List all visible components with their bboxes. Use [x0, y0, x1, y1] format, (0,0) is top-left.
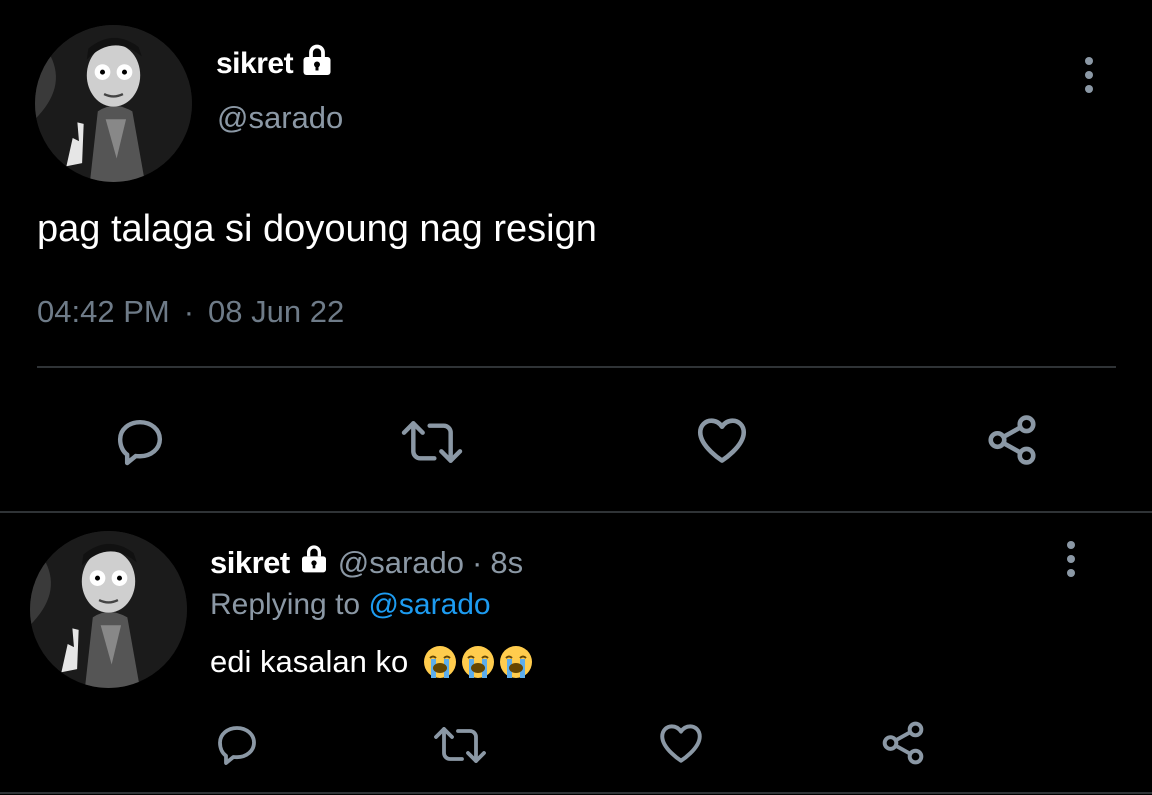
display-name-text: sikret [216, 47, 294, 80]
meta-separator: · [472, 545, 483, 580]
share-icon [988, 415, 1036, 465]
lock-icon [299, 42, 335, 86]
reply-header: sikret @sarado · 8s [210, 543, 523, 583]
retweet-icon [434, 727, 486, 763]
loudly-crying-face-icon [462, 646, 495, 678]
handle[interactable]: @sarado [217, 100, 343, 136]
tweet-timestamp: 04:42 PM · 08 Jun 22 [37, 294, 344, 330]
heart-icon [660, 724, 702, 763]
divider [37, 366, 1116, 368]
reply-button[interactable] [108, 410, 172, 474]
loudly-crying-face-icon [424, 646, 457, 678]
avatar[interactable] [35, 25, 192, 182]
heart-icon [697, 418, 747, 463]
like-button[interactable] [690, 408, 754, 472]
comment-icon [218, 726, 256, 765]
reply-text-content: edi kasalan ko [210, 644, 409, 679]
share-button[interactable] [980, 408, 1044, 472]
replying-to: Replying to @sarado [210, 588, 491, 622]
divider [0, 792, 1152, 794]
retweet-button[interactable] [397, 410, 467, 474]
handle[interactable]: @sarado [338, 545, 464, 581]
retweet-icon [401, 421, 463, 463]
reply-text: edi kasalan ko [210, 644, 534, 680]
lock-icon [298, 543, 330, 583]
display-name[interactable]: sikret [210, 545, 290, 581]
replying-mention-link[interactable]: @sarado [368, 588, 490, 621]
display-name[interactable]: sikret [216, 42, 335, 86]
comment-icon [117, 419, 163, 466]
meta-separator: · [183, 294, 195, 329]
tweet-text: pag talaga si doyoung nag resign [37, 208, 597, 250]
emoji-row [422, 644, 534, 680]
share-icon [882, 721, 924, 765]
like-button[interactable] [654, 716, 708, 770]
divider [0, 511, 1152, 513]
avatar[interactable] [30, 531, 187, 688]
reply-age: 8s [490, 545, 524, 580]
loudly-crying-face-icon [500, 646, 533, 678]
tweet-date: 08 Jun 22 [208, 294, 345, 329]
more-vertical-icon[interactable] [1067, 541, 1075, 577]
avatar-image [35, 25, 192, 182]
tweet-time: 04:42 PM [37, 294, 170, 329]
share-button[interactable] [876, 716, 930, 770]
reply-button[interactable] [210, 718, 264, 772]
replying-prefix: Replying to [210, 588, 361, 621]
retweet-button[interactable] [430, 718, 490, 772]
more-vertical-icon[interactable] [1085, 57, 1093, 93]
avatar-image [30, 531, 187, 688]
